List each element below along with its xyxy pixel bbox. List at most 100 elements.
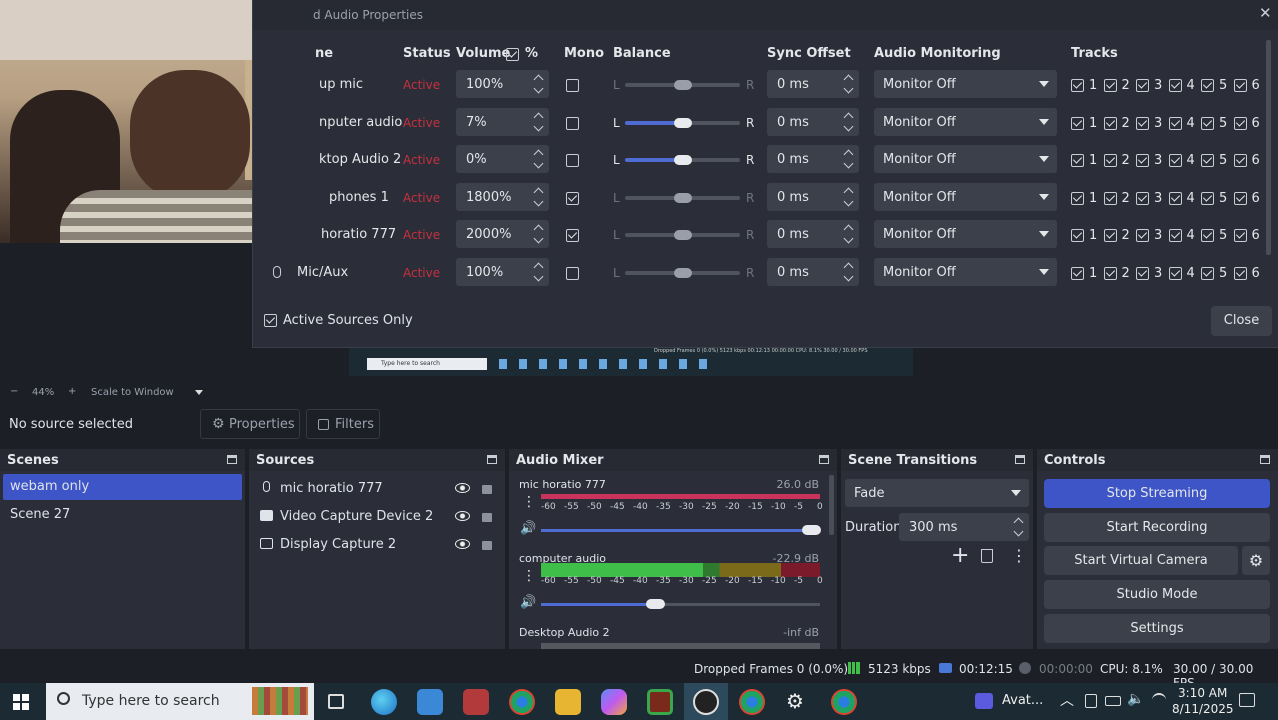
track-checkbox[interactable] [1136, 116, 1149, 130]
track-checkbox[interactable] [1201, 191, 1214, 205]
edge-icon[interactable] [371, 689, 397, 715]
track-checkbox[interactable] [1103, 266, 1117, 280]
windows-start-icon[interactable] [13, 694, 29, 710]
mono-checkbox[interactable] [566, 191, 579, 205]
track-checkbox[interactable] [1136, 79, 1149, 92]
balance-knob[interactable] [673, 192, 692, 203]
task-view-icon[interactable] [328, 694, 344, 709]
track-checkbox[interactable] [1103, 229, 1117, 242]
monitoring-select[interactable]: Monitor Off [874, 145, 1057, 173]
spin-arrows-icon[interactable] [532, 258, 546, 286]
avatar-app-icon[interactable] [975, 693, 993, 709]
trash-icon[interactable] [981, 549, 993, 563]
virtual-camera-settings-gear-icon[interactable]: ⚙ [1242, 546, 1270, 575]
lock-icon[interactable] [482, 485, 492, 494]
undock-icon[interactable] [1260, 455, 1270, 464]
track-checkbox[interactable] [1168, 79, 1182, 92]
spin-arrows-icon[interactable] [842, 70, 856, 98]
battery-icon[interactable] [1105, 696, 1121, 706]
source-item[interactable]: mic horatio 777 [252, 476, 500, 502]
source-item[interactable]: Display Capture 2 [252, 532, 500, 558]
obs-taskbar-active[interactable] [684, 683, 728, 720]
settings-button[interactable]: Settings [1044, 614, 1270, 643]
close-button[interactable]: Close [1211, 306, 1272, 336]
balance-knob[interactable] [673, 267, 692, 278]
lock-icon[interactable] [482, 513, 492, 522]
monitoring-select[interactable]: Monitor Off [874, 182, 1057, 211]
scene-item-scene-27[interactable]: Scene 27 [3, 502, 242, 528]
taskbar-search[interactable]: Type here to search [46, 683, 314, 720]
speaker-icon[interactable]: 🔊 [520, 595, 536, 610]
spin-arrows-icon[interactable] [532, 145, 546, 173]
device-icon[interactable] [1085, 694, 1097, 708]
track-checkbox[interactable] [1136, 191, 1149, 205]
speaker-icon[interactable]: 🔊 [520, 521, 536, 536]
chrome-icon[interactable] [739, 689, 765, 715]
add-transition-button[interactable]: + [951, 545, 969, 567]
spin-arrows-icon[interactable] [842, 108, 856, 136]
speaker-icon[interactable]: 🔈 [1127, 691, 1144, 707]
track-checkbox[interactable] [1201, 229, 1214, 242]
track-checkbox[interactable] [1071, 154, 1084, 167]
game-icon[interactable] [647, 689, 673, 715]
settings-gear-icon[interactable]: ⚙ [786, 689, 804, 713]
eye-icon[interactable] [455, 483, 470, 493]
app-label[interactable]: Avat... [1002, 693, 1043, 708]
volume-spinbox[interactable]: 2000% [456, 220, 549, 248]
track-checkbox[interactable] [1071, 116, 1084, 130]
notification-icon[interactable] [1239, 693, 1255, 707]
scale-mode[interactable]: Scale to Window [91, 387, 174, 398]
scrollbar[interactable] [1266, 40, 1271, 255]
track-checkbox[interactable] [1071, 266, 1084, 280]
monitoring-select[interactable]: Monitor Off [874, 220, 1057, 248]
lock-icon[interactable] [482, 541, 492, 550]
clock-time[interactable]: 3:10 AM [1178, 686, 1227, 700]
chevron-down-icon[interactable] [195, 390, 203, 395]
track-checkbox[interactable] [1168, 191, 1182, 205]
balance-knob[interactable] [673, 155, 692, 165]
spin-arrows-icon[interactable] [532, 220, 546, 248]
spin-arrows-icon[interactable] [532, 183, 546, 211]
track-checkbox[interactable] [1201, 266, 1214, 280]
eye-icon[interactable] [455, 539, 470, 549]
mono-checkbox[interactable] [566, 116, 579, 130]
spin-arrows-icon[interactable] [532, 108, 546, 136]
volume-spinbox[interactable]: 100% [456, 70, 549, 98]
balance-knob[interactable] [673, 117, 692, 128]
volume-knob[interactable] [802, 525, 821, 535]
folder-icon[interactable] [555, 689, 581, 715]
start-virtual-camera-button[interactable]: Start Virtual Camera [1044, 546, 1238, 575]
track-checkbox[interactable] [1233, 116, 1247, 130]
track-checkbox[interactable] [1201, 116, 1214, 130]
studio-mode-button[interactable]: Studio Mode [1044, 580, 1270, 609]
spin-arrows-icon[interactable] [842, 258, 856, 286]
sync-offset-spinbox[interactable]: 0 ms [767, 70, 859, 98]
track-checkbox[interactable] [1071, 191, 1084, 205]
undock-icon[interactable] [1015, 455, 1025, 464]
clock-date[interactable]: 8/11/2025 [1172, 702, 1234, 716]
track-checkbox[interactable] [1103, 154, 1117, 167]
track-checkbox[interactable] [1168, 116, 1182, 130]
track-checkbox[interactable] [1071, 79, 1084, 92]
mono-checkbox[interactable] [566, 229, 579, 242]
volume-knob[interactable] [645, 599, 665, 609]
spin-arrows-icon[interactable] [842, 220, 856, 248]
track-checkbox[interactable] [1233, 266, 1247, 280]
mono-checkbox[interactable] [566, 266, 579, 280]
track-checkbox[interactable] [1136, 154, 1149, 167]
monitoring-select[interactable]: Monitor Off [874, 70, 1057, 98]
balance-knob[interactable] [673, 80, 692, 90]
volume-percent-checkbox[interactable] [506, 48, 519, 61]
track-checkbox[interactable] [1233, 191, 1247, 205]
properties-button[interactable]: ⚙ Properties [200, 409, 300, 439]
track-checkbox[interactable] [1071, 229, 1084, 242]
spin-arrows-icon[interactable] [532, 70, 546, 98]
duration-spinbox[interactable]: 300 ms [899, 513, 1029, 541]
track-checkbox[interactable] [1168, 266, 1182, 280]
volume-spinbox[interactable]: 100% [456, 257, 549, 286]
volume-spinbox[interactable]: 7% [456, 107, 549, 136]
chrome-icon[interactable] [509, 689, 535, 715]
undock-icon[interactable] [487, 455, 497, 464]
monitoring-select[interactable]: Monitor Off [874, 257, 1057, 286]
mono-checkbox[interactable] [566, 79, 579, 92]
